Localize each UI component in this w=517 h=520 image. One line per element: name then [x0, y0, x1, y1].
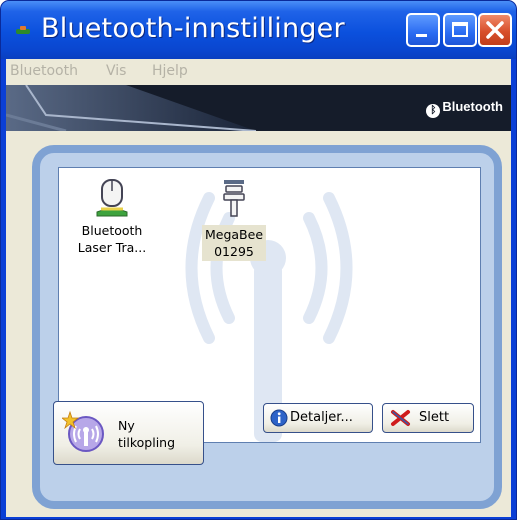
- minimize-button[interactable]: [406, 13, 440, 47]
- delete-button[interactable]: Slett: [382, 403, 474, 433]
- maximize-button[interactable]: [443, 13, 477, 47]
- new-connection-icon: [62, 410, 104, 452]
- new-connection-button[interactable]: Ny tilkopling: [53, 401, 204, 465]
- mouse-device-icon: [96, 179, 128, 217]
- menu-bar: Bluetooth Vis Hjelp: [6, 59, 511, 83]
- device-item-selected[interactable]: MegaBee 01295: [191, 178, 277, 261]
- menu-vis[interactable]: Vis: [106, 63, 126, 79]
- close-button[interactable]: [478, 13, 512, 47]
- device-label: MegaBee 01295: [201, 225, 267, 261]
- menu-hjelp[interactable]: Hjelp: [152, 63, 188, 79]
- bluetooth-rune-icon: ᛒ: [426, 104, 441, 118]
- title-bar[interactable]: Bluetooth-innstillinger: [1, 1, 516, 59]
- new-connection-label: Ny tilkopling: [118, 418, 176, 450]
- bluetooth-adapter-icon: [223, 180, 245, 217]
- delete-label: Slett: [419, 410, 450, 425]
- bluetooth-logo: ᛒ Bluetooth: [426, 99, 503, 118]
- window-title: Bluetooth-innstillinger: [41, 13, 345, 44]
- bluetooth-brand-text: Bluetooth: [442, 99, 503, 114]
- bluetooth-app-icon: [16, 26, 30, 34]
- laptop-banner-graphic: [6, 85, 257, 131]
- header-banner: ᛒ Bluetooth: [6, 85, 511, 131]
- delete-x-icon: [391, 410, 410, 426]
- info-icon: [270, 409, 288, 427]
- device-item[interactable]: Bluetooth Laser Tra...: [69, 178, 155, 257]
- bluetooth-settings-window: Bluetooth-innstillinger Bluetooth Vis Hj…: [0, 0, 517, 520]
- menu-bluetooth[interactable]: Bluetooth: [10, 63, 78, 79]
- close-icon: [486, 21, 504, 39]
- details-button[interactable]: Detaljer...: [263, 403, 373, 433]
- minimize-icon: [416, 34, 427, 37]
- device-label: Bluetooth Laser Tra...: [77, 223, 147, 255]
- maximize-icon: [452, 22, 468, 37]
- details-label: Detaljer...: [290, 410, 353, 425]
